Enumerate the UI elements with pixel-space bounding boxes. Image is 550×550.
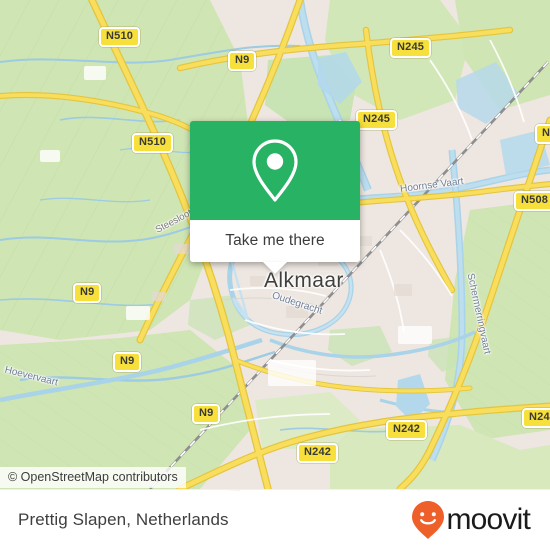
popup-tail [263, 262, 287, 274]
road-shield-n9-sw[interactable]: N9 [113, 352, 142, 372]
osm-attribution[interactable]: © OpenStreetMap contributors [0, 467, 186, 488]
map-canvas[interactable]: Hoornse Vaart Oudegracht Hoevervaart Sch… [0, 0, 550, 489]
popup-image-panel [190, 121, 360, 220]
road-shield-n510-w[interactable]: N510 [132, 133, 174, 153]
footer-bar: Prettig Slapen, Netherlands moovit [0, 489, 550, 550]
road-shield-n242-se[interactable]: N242 [386, 420, 428, 440]
take-me-there-button[interactable]: Take me there [190, 220, 360, 262]
road-shield-n2-edge[interactable]: N2 [535, 124, 550, 144]
moovit-logo[interactable]: moovit [411, 500, 531, 540]
road-shield-n508[interactable]: N508 [514, 191, 550, 211]
place-title: Prettig Slapen, Netherlands [18, 510, 229, 529]
location-popup-card[interactable]: Take me there [190, 121, 360, 274]
road-shield-n245-mid[interactable]: N245 [356, 110, 398, 130]
road-shield-n242-s[interactable]: N242 [297, 443, 339, 463]
road-shield-n243[interactable]: N243 [522, 408, 550, 428]
road-shield-n9-north[interactable]: N9 [228, 51, 257, 71]
moovit-wordmark: moovit [446, 503, 530, 536]
map-screenshot: Hoornse Vaart Oudegracht Hoevervaart Sch… [0, 0, 550, 550]
location-pin-icon [252, 138, 298, 202]
road-shield-n9-west[interactable]: N9 [73, 283, 102, 303]
road-shield-n9-south[interactable]: N9 [192, 404, 221, 424]
road-shield-n510-nw[interactable]: N510 [99, 27, 141, 47]
moovit-smiley-pin-icon [412, 501, 445, 539]
road-shield-n245-top[interactable]: N245 [390, 38, 432, 58]
